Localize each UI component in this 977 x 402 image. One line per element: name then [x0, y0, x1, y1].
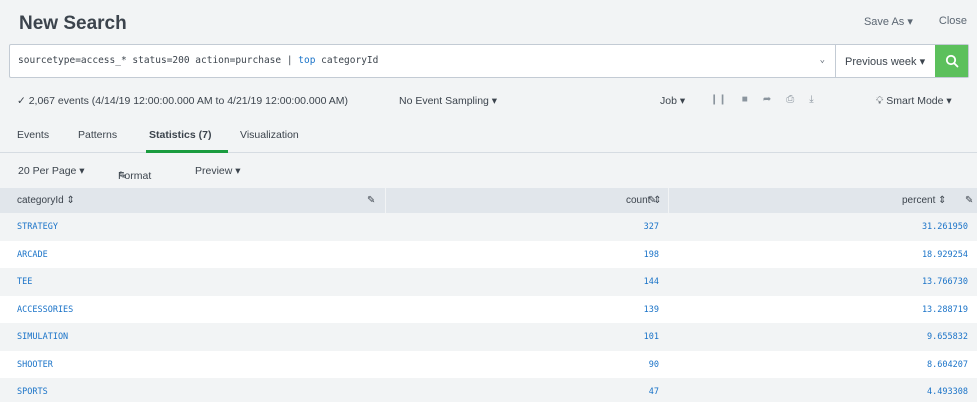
format-label: Format: [118, 170, 152, 182]
table-header: categoryId ⇕ ✎ count ⇕ ✎ percent ⇕ ✎: [0, 188, 977, 213]
export-icon[interactable]: ⤓: [809, 94, 813, 105]
search-mode-dropdown[interactable]: 💡︎ Smart Mode ▾: [876, 95, 952, 108]
tab-visualization[interactable]: Visualization: [240, 129, 299, 141]
job-menu[interactable]: Job ▾: [660, 95, 685, 107]
cell-percent[interactable]: 9.655832: [927, 332, 968, 342]
query-suffix: categoryId: [315, 55, 379, 66]
table-row: TEE 144 13.766730: [0, 268, 977, 296]
title-actions: Save As ▾ Close: [864, 15, 967, 28]
table-row: ARCADE 198 18.929254: [0, 240, 977, 268]
edit-column-icon[interactable]: ✎: [648, 195, 656, 206]
results-toolbar: 20 Per Page ▾ ✎ Format Preview ▾: [0, 160, 977, 184]
active-tab-indicator: [146, 150, 228, 153]
search-bar: sourcetype=access_* status=200 action=pu…: [9, 44, 969, 78]
lightbulb-icon: 💡︎: [876, 95, 887, 107]
cell-categoryid[interactable]: SIMULATION: [17, 332, 68, 342]
cell-categoryid[interactable]: ACCESSORIES: [17, 305, 73, 315]
search-button[interactable]: [935, 45, 968, 77]
column-divider: [385, 188, 386, 213]
cell-count[interactable]: 101: [644, 332, 659, 342]
table-row: SPORTS 47 4.493308: [0, 378, 977, 402]
cell-percent[interactable]: 13.766730: [922, 277, 968, 287]
table-row: STRATEGY 327 31.261950: [0, 213, 977, 241]
per-page-dropdown[interactable]: 20 Per Page ▾: [18, 165, 85, 177]
query-prefix: sourcetype=access_* status=200 action=pu…: [18, 55, 299, 66]
column-header-percent[interactable]: percent ⇕: [902, 195, 947, 206]
cell-percent[interactable]: 4.493308: [927, 387, 968, 397]
result-tabs: Events Patterns Statistics (7) Visualiza…: [0, 121, 977, 153]
print-icon[interactable]: ⎙: [786, 94, 794, 105]
stop-icon[interactable]: ■: [742, 94, 748, 105]
cell-categoryid[interactable]: TEE: [17, 277, 32, 287]
table-body: STRATEGY 327 31.261950 ARCADE 198 18.929254 …: [0, 213, 977, 402]
event-count: ✓ 2,067 events (4/14/19 12:00:00.000 AM …: [17, 95, 349, 107]
tab-statistics[interactable]: Statistics (7): [149, 129, 211, 141]
close-button[interactable]: Close: [939, 15, 967, 28]
edit-column-icon[interactable]: ✎: [367, 195, 375, 206]
table-row: SHOOTER 90 8.604207: [0, 350, 977, 378]
cell-categoryid[interactable]: STRATEGY: [17, 222, 58, 232]
column-header-categoryid[interactable]: categoryId ⇕: [17, 195, 75, 206]
table-row: ACCESSORIES 139 13.288719: [0, 295, 977, 323]
cell-percent[interactable]: 13.288719: [922, 305, 968, 315]
title-bar: New Search Save As ▾ Close: [0, 0, 977, 44]
page-title: New Search: [19, 13, 127, 34]
cell-categoryid[interactable]: SPORTS: [17, 387, 48, 397]
table-row: SIMULATION 101 9.655832: [0, 323, 977, 351]
chevron-down-icon[interactable]: ⌄: [820, 55, 825, 65]
preview-dropdown[interactable]: Preview ▾: [195, 165, 241, 177]
search-mode-label: Smart Mode ▾: [886, 95, 952, 107]
cell-count[interactable]: 90: [649, 360, 659, 370]
cell-count[interactable]: 139: [644, 305, 659, 315]
time-range-picker[interactable]: Previous week ▾: [835, 45, 935, 77]
cell-count[interactable]: 198: [644, 250, 659, 260]
cell-categoryid[interactable]: ARCADE: [17, 250, 48, 260]
cell-percent[interactable]: 18.929254: [922, 250, 968, 260]
save-as-button[interactable]: Save As ▾: [864, 15, 913, 28]
cell-categoryid[interactable]: SHOOTER: [17, 360, 53, 370]
cell-count[interactable]: 144: [644, 277, 659, 287]
event-sampling-dropdown[interactable]: No Event Sampling ▾: [399, 95, 497, 107]
cell-count[interactable]: 47: [649, 387, 659, 397]
edit-column-icon[interactable]: ✎: [965, 195, 973, 206]
statistics-table: categoryId ⇕ ✎ count ⇕ ✎ percent ⇕ ✎ STR…: [0, 188, 977, 402]
share-icon[interactable]: ➦: [763, 94, 771, 105]
tab-patterns[interactable]: Patterns: [78, 129, 117, 141]
job-controls: ❙❙ ■ ➦ ⎙ ⤓: [710, 94, 814, 105]
query-command: top: [298, 55, 316, 66]
cell-percent[interactable]: 8.604207: [927, 360, 968, 370]
column-divider: [668, 188, 669, 213]
tab-events[interactable]: Events: [17, 129, 49, 141]
search-input[interactable]: sourcetype=access_* status=200 action=pu…: [10, 45, 835, 77]
cell-count[interactable]: 327: [644, 222, 659, 232]
search-icon: [945, 54, 958, 68]
job-status-row: ✓ 2,067 events (4/14/19 12:00:00.000 AM …: [0, 88, 977, 114]
cell-percent[interactable]: 31.261950: [922, 222, 968, 232]
pause-icon[interactable]: ❙❙: [710, 94, 727, 105]
